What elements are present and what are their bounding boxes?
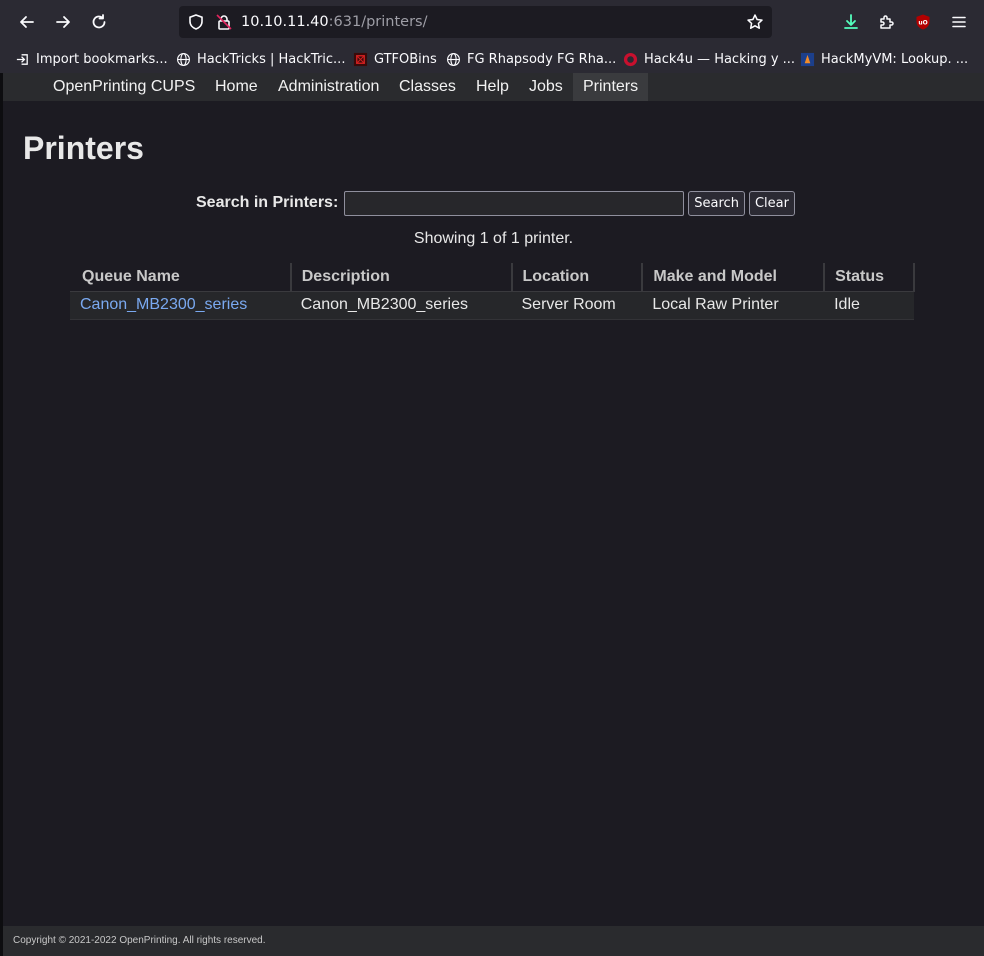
copyright-text: Copyright © 2021-2022 OpenPrinting. All … xyxy=(13,935,266,946)
bookmark-label: HackMyVM: Lookup. ... xyxy=(821,51,969,67)
url-host: 10.10.11.40 xyxy=(241,14,329,30)
column-header-status[interactable]: Status xyxy=(824,263,915,292)
bookmark-hackmyvm[interactable]: HackMyVM: Lookup. ... xyxy=(799,48,968,70)
nav-classes[interactable]: Classes xyxy=(389,73,466,101)
arrow-right-icon xyxy=(56,16,70,28)
column-header-location[interactable]: Location xyxy=(511,263,644,292)
location-cell: Server Room xyxy=(511,291,643,320)
gtfobins-icon xyxy=(352,51,368,67)
search-label: Search in Printers: xyxy=(196,194,339,211)
bookmark-label: HackTricks | HackTric... xyxy=(197,51,346,67)
column-header-queue-name[interactable]: Queue Name xyxy=(70,263,292,292)
description-cell: Canon_MB2300_series xyxy=(290,291,512,320)
make-model-cell: Local Raw Printer xyxy=(642,291,825,320)
table-header-row: Queue Name Description Location Make and… xyxy=(70,263,915,292)
bookmark-label: GTFOBins xyxy=(374,51,437,67)
bookmark-gtfobins[interactable]: GTFOBins xyxy=(352,48,437,70)
downloads-button[interactable] xyxy=(837,8,865,36)
bookmark-hacktricks[interactable]: HackTricks | HackTric... xyxy=(175,48,345,70)
column-header-description[interactable]: Description xyxy=(290,263,513,292)
bookmark-label: Hack4u — Hacking y ... xyxy=(644,51,796,67)
search-input[interactable] xyxy=(344,190,685,216)
nav-administration[interactable]: Administration xyxy=(268,73,389,101)
column-header-make-and-model[interactable]: Make and Model xyxy=(642,263,826,292)
hack4u-icon xyxy=(622,51,638,67)
status-cell: Idle xyxy=(824,291,914,320)
puzzle-icon xyxy=(880,15,894,29)
ublock-button[interactable]: uO xyxy=(909,8,937,36)
svg-text:uO: uO xyxy=(918,20,927,27)
page-title: Printers xyxy=(23,130,144,166)
table-row: Canon_MB2300_series Canon_MB2300_series … xyxy=(70,291,914,320)
hackmyvm-icon xyxy=(799,51,815,67)
queue-name-cell: Canon_MB2300_series xyxy=(70,291,291,320)
url-path: :631/printers/ xyxy=(328,14,428,30)
globe-icon xyxy=(175,51,191,67)
star-icon[interactable] xyxy=(746,13,764,31)
nav-jobs[interactable]: Jobs xyxy=(519,73,573,101)
shield-icon[interactable] xyxy=(187,13,205,31)
bookmark-import[interactable]: Import bookmarks... xyxy=(14,48,168,70)
globe-icon xyxy=(445,51,461,67)
nav-openprinting-cups[interactable]: OpenPrinting CUPS xyxy=(43,73,205,101)
insecure-lock-icon[interactable] xyxy=(215,13,233,31)
bookmark-hack4u[interactable]: Hack4u — Hacking y ... xyxy=(622,48,795,70)
result-count: Showing 1 of 1 printer. xyxy=(413,230,574,247)
search-button[interactable]: Search xyxy=(688,190,745,216)
hamburger-icon xyxy=(952,16,966,28)
footer: Copyright © 2021-2022 OpenPrinting. All … xyxy=(3,926,984,956)
download-icon xyxy=(844,14,858,29)
import-icon xyxy=(14,51,30,67)
cups-page: OpenPrinting CUPS Home Administration Cl… xyxy=(3,73,984,956)
browser-toolbar: 10.10.11.40:631/printers/ uO xyxy=(0,0,984,44)
cups-nav-bar: OpenPrinting CUPS Home Administration Cl… xyxy=(3,73,984,101)
printer-queue-link[interactable]: Canon_MB2300_series xyxy=(80,296,247,313)
extensions-button[interactable] xyxy=(873,8,901,36)
bookmarks-bar: Import bookmarks... HackTricks | HackTri… xyxy=(0,44,984,73)
menu-button[interactable] xyxy=(945,8,973,36)
clear-button[interactable]: Clear xyxy=(748,190,795,216)
nav-home[interactable]: Home xyxy=(205,73,268,101)
arrow-left-icon xyxy=(20,16,34,28)
printers-table: Queue Name Description Location Make and… xyxy=(70,263,915,320)
bookmark-fg-rhapsody[interactable]: FG Rhapsody FG Rha... xyxy=(445,48,616,70)
forward-button[interactable] xyxy=(49,8,77,36)
reload-button[interactable] xyxy=(85,8,113,36)
search-form: Search in Printers: Search Clear xyxy=(196,190,795,216)
ublock-icon: uO xyxy=(916,14,930,30)
reload-icon xyxy=(92,14,106,29)
nav-printers[interactable]: Printers xyxy=(573,73,649,101)
url-bar[interactable]: 10.10.11.40:631/printers/ xyxy=(179,6,772,38)
back-button[interactable] xyxy=(13,8,41,36)
bookmark-label: Import bookmarks... xyxy=(36,51,168,67)
url-text[interactable]: 10.10.11.40:631/printers/ xyxy=(241,13,427,31)
bookmark-label: FG Rhapsody FG Rha... xyxy=(467,51,617,67)
nav-help[interactable]: Help xyxy=(466,73,519,101)
